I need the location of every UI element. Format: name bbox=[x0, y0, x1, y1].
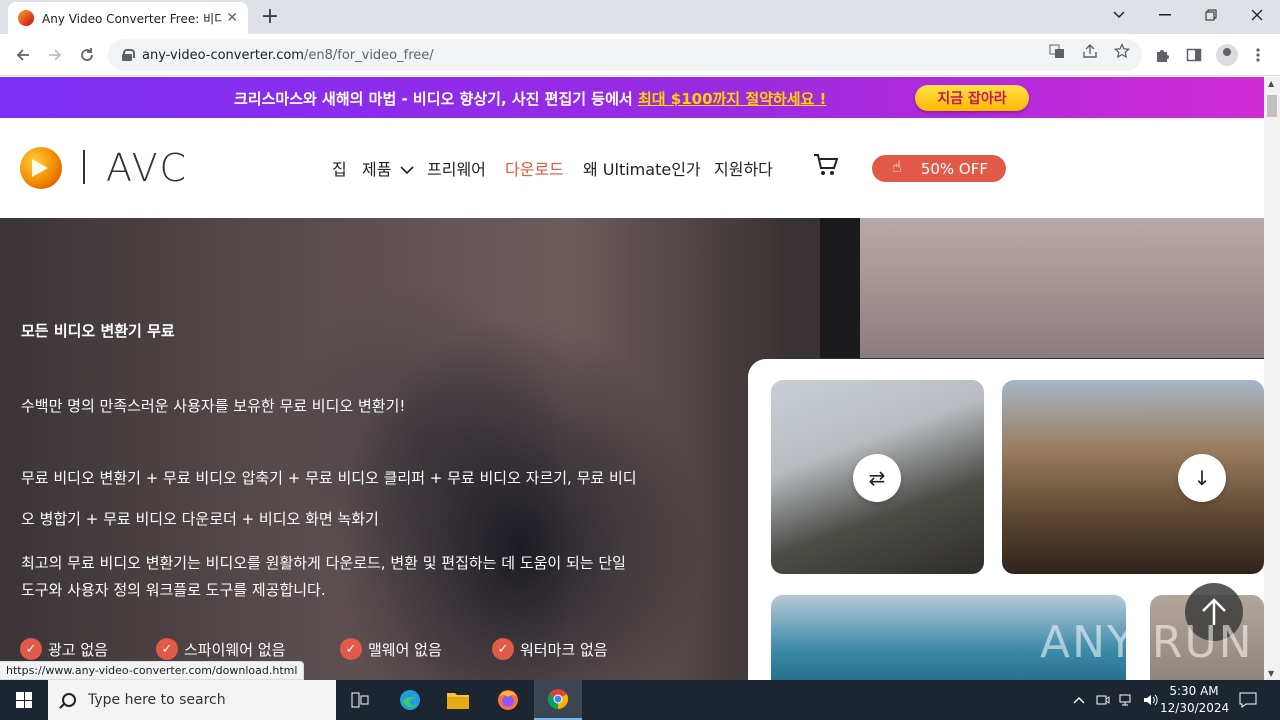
hero-subtitle: 수백만 명의 만족스러운 사용자를 보유한 무료 비디오 변환기! bbox=[21, 397, 406, 415]
start-button[interactable] bbox=[0, 680, 48, 720]
search-icon bbox=[62, 693, 76, 707]
showcase-image-woman-hat: ⇄ bbox=[771, 380, 984, 574]
scroll-up-arrow-icon[interactable]: ▲ bbox=[1268, 79, 1274, 88]
chevron-down-icon bbox=[399, 166, 414, 175]
convert-swap-icon[interactable]: ⇄ bbox=[853, 454, 901, 502]
promo-text: 크리스마스와 새해의 마법 - 비디오 향상기, 사진 편집기 등에서 최대 $… bbox=[234, 88, 826, 109]
check-icon: ✓ bbox=[20, 638, 42, 660]
extensions-puzzle-icon[interactable] bbox=[1152, 45, 1172, 65]
close-tab-icon[interactable]: ✕ bbox=[226, 10, 238, 26]
offer-label: 50% OFF bbox=[920, 159, 988, 178]
nav-freeware[interactable]: 프리웨어 bbox=[427, 156, 486, 180]
promo-banner: 크리스마스와 새해의 마법 - 비디오 향상기, 사진 편집기 등에서 최대 $… bbox=[0, 77, 1264, 118]
profile-avatar-icon[interactable] bbox=[1216, 44, 1238, 66]
chrome-icon[interactable] bbox=[534, 680, 582, 720]
windows-logo-icon bbox=[16, 692, 32, 708]
volume-icon[interactable] bbox=[1142, 680, 1160, 720]
feature-label: 워터마크 없음 bbox=[520, 640, 608, 659]
promo-text-main: 크리스마스와 새해의 마법 - 비디오 향상기, 사진 편집기 등에서 bbox=[234, 90, 638, 108]
feature-label: 광고 없음 bbox=[48, 640, 108, 659]
tab-search-chevron-icon[interactable] bbox=[1096, 0, 1142, 30]
nav-home[interactable]: 집 bbox=[332, 156, 347, 180]
page-scrollbar[interactable]: ▲ ▼ bbox=[1264, 77, 1280, 680]
discount-offer-button[interactable]: ☝ 50% OFF bbox=[872, 155, 1006, 182]
showcase-image-city-street: ↓ bbox=[1002, 380, 1264, 574]
browser-toolbar: any-video-converter.com/en8/for_video_fr… bbox=[0, 34, 1280, 76]
tap-hand-icon: ☝ bbox=[892, 157, 902, 176]
scroll-down-arrow-icon[interactable]: ▼ bbox=[1268, 669, 1274, 678]
notification-center-icon[interactable] bbox=[1236, 680, 1260, 720]
hero-desc-line-1: 최고의 무료 비디오 변환기는 비디오를 원활하게 다운로드, 변환 및 편집하… bbox=[21, 554, 626, 572]
edge-browser-icon[interactable] bbox=[386, 680, 434, 720]
address-url: any-video-converter.com/en8/for_video_fr… bbox=[142, 48, 434, 63]
url-host: any-video-converter.com bbox=[142, 47, 304, 63]
hero-title: 모든 비디오 변환기 무료 bbox=[21, 322, 175, 340]
windows-taskbar: Type here to search 5:30 AM 12/30/2024 bbox=[0, 680, 1280, 720]
scrollbar-thumb[interactable] bbox=[1267, 95, 1277, 117]
promo-highlight-link[interactable]: 최대 $100까지 절약하세요 ! bbox=[638, 90, 826, 108]
page-viewport: 크리스마스와 새해의 마법 - 비디오 향상기, 사진 편집기 등에서 최대 $… bbox=[0, 77, 1264, 680]
logo-divider bbox=[83, 150, 85, 184]
avc-logo-icon[interactable] bbox=[20, 147, 62, 189]
close-window-icon[interactable] bbox=[1234, 0, 1280, 30]
status-bar-url: https://www.any-video-converter.com/down… bbox=[0, 661, 305, 680]
tray-overflow-chevron-icon[interactable] bbox=[1070, 680, 1088, 720]
feature-no-malware: ✓ 맬웨어 없음 bbox=[340, 638, 442, 660]
feature-no-watermark: ✓ 워터마크 없음 bbox=[492, 638, 608, 660]
hero-background-window bbox=[820, 218, 1264, 358]
feature-label: 스파이웨어 없음 bbox=[184, 640, 286, 659]
tab-title: Any Video Converter Free: 비디오 bbox=[42, 11, 222, 26]
firefox-icon[interactable] bbox=[484, 680, 532, 720]
nav-download[interactable]: 다운로드 bbox=[505, 156, 564, 180]
nav-support[interactable]: 지원하다 bbox=[714, 156, 773, 180]
anyrun-watermark: ANY RUN bbox=[1040, 617, 1254, 668]
hero-desc-line-2: 도구와 사용자 정의 워크플로 도구를 제공합니다. bbox=[21, 581, 326, 599]
bookmark-star-icon[interactable] bbox=[1113, 42, 1131, 60]
taskbar-search-box[interactable]: Type here to search bbox=[48, 680, 336, 720]
cart-icon[interactable] bbox=[813, 152, 839, 178]
taskbar-search-placeholder: Type here to search bbox=[88, 692, 226, 708]
check-icon: ✓ bbox=[156, 638, 178, 660]
lock-icon[interactable] bbox=[122, 49, 135, 61]
browser-menu-dots-icon[interactable] bbox=[1248, 45, 1268, 65]
task-view-icon[interactable] bbox=[336, 680, 384, 720]
feature-no-spyware: ✓ 스파이웨어 없음 bbox=[156, 638, 285, 660]
address-bar[interactable]: any-video-converter.com/en8/for_video_fr… bbox=[108, 39, 1142, 71]
side-panel-icon[interactable] bbox=[1184, 45, 1204, 65]
file-explorer-icon[interactable] bbox=[434, 680, 482, 720]
logo-text[interactable]: AVC bbox=[106, 146, 188, 190]
meet-now-icon[interactable] bbox=[1094, 680, 1112, 720]
minimize-window-icon[interactable] bbox=[1142, 0, 1188, 30]
clock-date: 12/30/2024 bbox=[1160, 701, 1230, 715]
forward-arrow-icon[interactable] bbox=[42, 42, 68, 68]
check-icon: ✓ bbox=[340, 638, 362, 660]
nav-why-ultimate[interactable]: 왜 Ultimate인가 bbox=[583, 156, 701, 180]
share-icon[interactable] bbox=[1081, 42, 1099, 60]
feature-label: 맬웨어 없음 bbox=[368, 640, 442, 659]
back-arrow-icon[interactable] bbox=[10, 42, 36, 68]
hero-tools-line-2: 오 병합기 + 무료 비디오 다운로더 + 비디오 화면 녹화기 bbox=[21, 510, 379, 528]
feature-no-ads: ✓ 광고 없음 bbox=[20, 638, 108, 660]
restore-window-icon[interactable] bbox=[1188, 0, 1234, 30]
browser-tab-strip: Any Video Converter Free: 비디오 ✕ + bbox=[0, 0, 1280, 34]
new-tab-button[interactable]: + bbox=[258, 4, 282, 30]
hero-tools-line-1: 무료 비디오 변환기 + 무료 비디오 압축기 + 무료 비디오 클리퍼 + 무… bbox=[21, 469, 637, 487]
network-icon[interactable] bbox=[1118, 680, 1136, 720]
nav-products[interactable]: 제품 bbox=[362, 156, 414, 180]
nav-products-label: 제품 bbox=[362, 160, 392, 179]
system-clock[interactable]: 5:30 AM 12/30/2024 bbox=[1160, 683, 1230, 717]
reload-icon[interactable] bbox=[74, 42, 100, 68]
translate-icon[interactable] bbox=[1048, 42, 1066, 60]
site-header: AVC 집 제품 프리웨어 다운로드 왜 Ultimate인가 지원하다 ☝ 5… bbox=[0, 118, 1264, 218]
download-arrow-icon[interactable]: ↓ bbox=[1178, 454, 1226, 502]
url-path: /en8/for_video_free/ bbox=[303, 47, 434, 63]
clock-time: 5:30 AM bbox=[1169, 684, 1219, 698]
hero-background-frame bbox=[820, 218, 860, 358]
browser-tab[interactable]: Any Video Converter Free: 비디오 ✕ bbox=[8, 2, 248, 34]
check-icon: ✓ bbox=[492, 638, 514, 660]
promo-cta-button[interactable]: 지금 잡아라 bbox=[915, 85, 1029, 111]
site-favicon-icon bbox=[18, 10, 34, 26]
